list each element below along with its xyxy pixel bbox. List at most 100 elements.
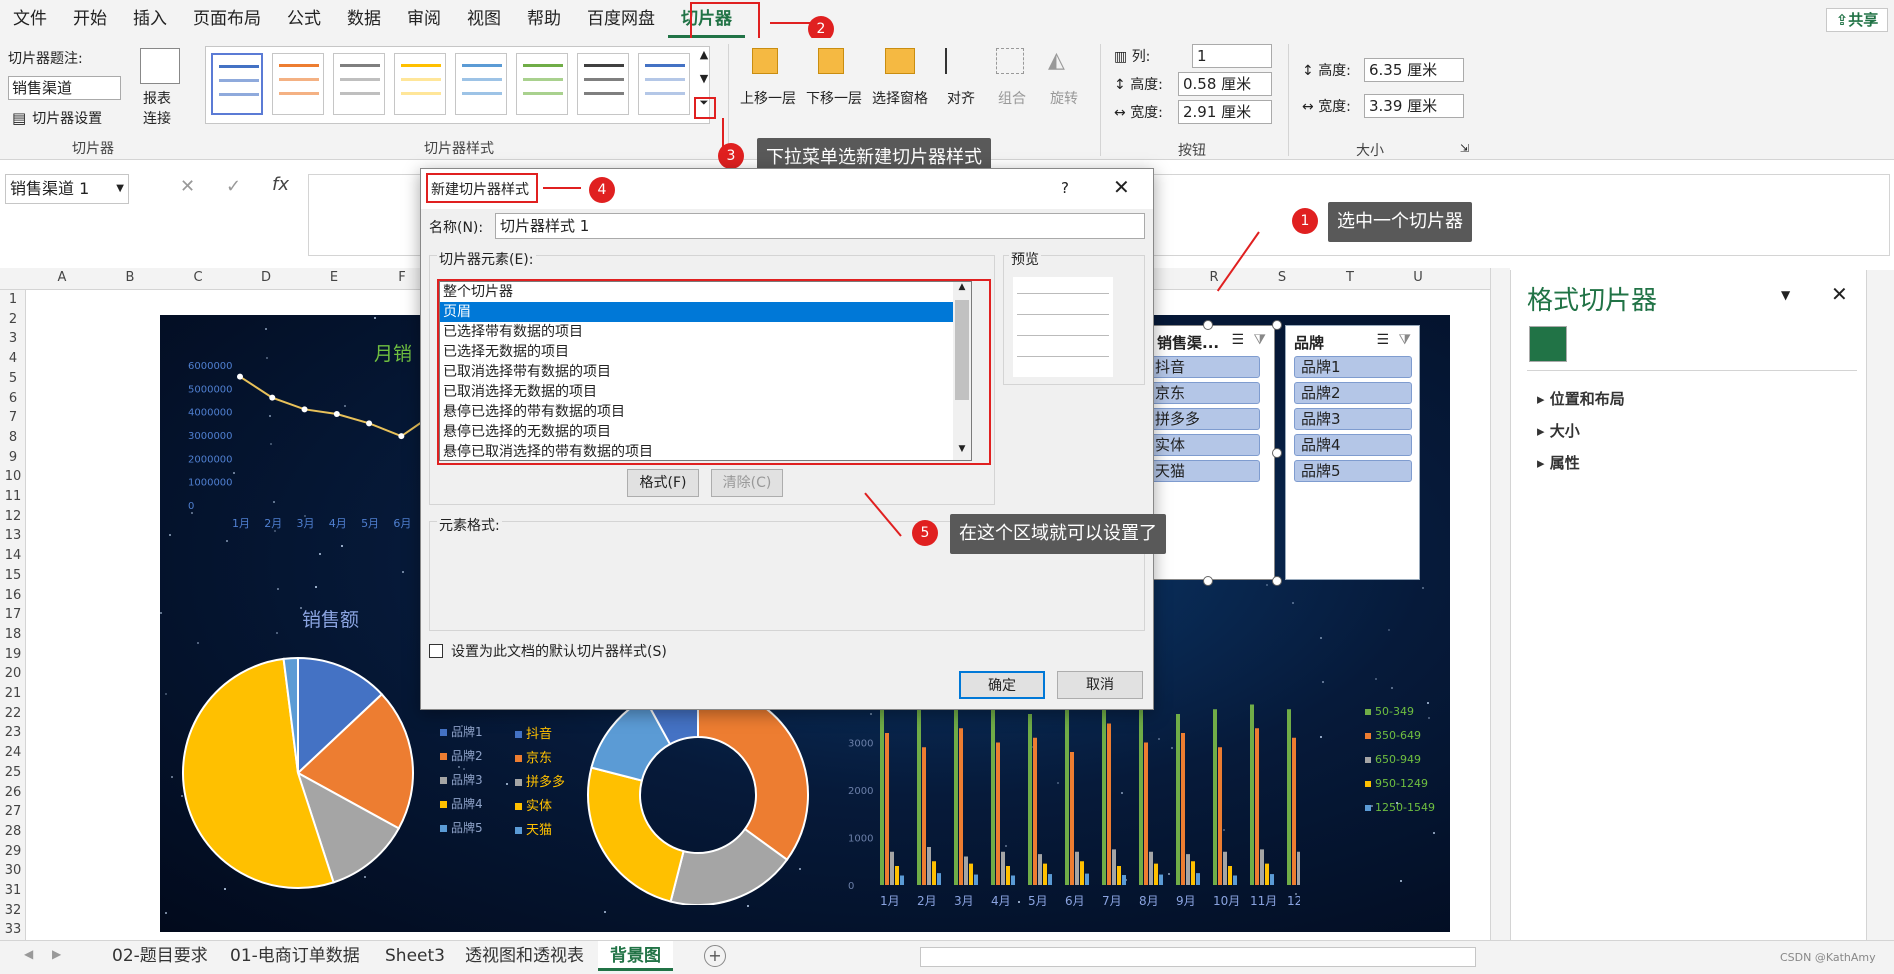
row-header[interactable]: 31 bbox=[0, 883, 26, 898]
sheet-tab[interactable]: Sheet3 bbox=[373, 941, 457, 971]
pane-section-size[interactable]: ▸ 大小 bbox=[1537, 420, 1580, 441]
size-dialog-launcher-icon[interactable]: ⇲ bbox=[1460, 142, 1469, 155]
button-height-input[interactable]: 0.58 厘米 bbox=[1178, 72, 1272, 96]
size-properties-icon[interactable] bbox=[1529, 326, 1567, 362]
row-header[interactable]: 11 bbox=[0, 489, 26, 504]
style-name-input[interactable]: 切片器样式 1 bbox=[495, 213, 1145, 239]
menu-data[interactable]: 数据 bbox=[334, 0, 394, 38]
style-swatch-4[interactable] bbox=[394, 53, 446, 115]
row-header[interactable]: 23 bbox=[0, 725, 26, 740]
menu-page-layout[interactable]: 页面布局 bbox=[180, 0, 274, 38]
brand-slicer-item[interactable]: 品牌1 bbox=[1294, 356, 1412, 378]
resize-handle[interactable] bbox=[1272, 320, 1282, 330]
channel-slicer-item[interactable]: 京东 bbox=[1148, 382, 1260, 404]
add-sheet-icon[interactable]: + bbox=[704, 945, 726, 967]
size-width-input[interactable]: 3.39 厘米 bbox=[1364, 94, 1464, 118]
row-header[interactable]: 22 bbox=[0, 706, 26, 721]
pane-options-icon[interactable]: ▼ bbox=[1781, 288, 1790, 302]
row-header[interactable]: 26 bbox=[0, 785, 26, 800]
menu-insert[interactable]: 插入 bbox=[120, 0, 180, 38]
row-header[interactable]: 5 bbox=[0, 371, 26, 386]
style-swatch-1[interactable] bbox=[211, 53, 263, 115]
close-icon[interactable]: ✕ bbox=[1113, 175, 1130, 199]
name-box-dropdown-icon[interactable]: ▼ bbox=[116, 175, 124, 203]
sheet-tab[interactable]: 01-电商订单数据 bbox=[218, 941, 372, 971]
row-header[interactable]: 17 bbox=[0, 607, 26, 622]
style-swatch-8[interactable] bbox=[638, 53, 690, 115]
row-header[interactable]: 18 bbox=[0, 627, 26, 642]
row-header[interactable]: 7 bbox=[0, 410, 26, 425]
resize-handle[interactable] bbox=[1203, 320, 1213, 330]
column-header[interactable]: S bbox=[1248, 270, 1316, 288]
resize-handle[interactable] bbox=[1272, 448, 1282, 458]
channel-slicer-item[interactable]: 天猫 bbox=[1148, 460, 1260, 482]
align-button[interactable]: 对齐 bbox=[947, 88, 975, 108]
brand-slicer[interactable]: 品牌 ☰ ⧩ 品牌1 品牌2 品牌3 品牌4 品牌5 bbox=[1285, 325, 1420, 580]
clear-filter-icon[interactable]: ⧩ bbox=[1254, 332, 1267, 348]
column-header[interactable]: U bbox=[1384, 270, 1452, 288]
channel-slicer-item[interactable]: 实体 bbox=[1148, 434, 1260, 456]
size-height-input[interactable]: 6.35 厘米 bbox=[1364, 58, 1464, 82]
report-conn-label-2[interactable]: 连接 bbox=[143, 108, 171, 128]
report-conn-label-1[interactable]: 报表 bbox=[143, 88, 171, 108]
insert-function-icon[interactable]: fx bbox=[272, 174, 289, 195]
row-header[interactable]: 15 bbox=[0, 568, 26, 583]
row-header[interactable]: 1 bbox=[0, 292, 26, 307]
row-header[interactable]: 16 bbox=[0, 588, 26, 603]
column-header[interactable]: T bbox=[1316, 270, 1384, 288]
cancel-button[interactable]: 取消 bbox=[1057, 671, 1143, 699]
style-swatch-3[interactable] bbox=[333, 53, 385, 115]
default-style-checkbox[interactable]: 设置为此文档的默认切片器样式(S) bbox=[429, 641, 667, 661]
format-button[interactable]: 格式(F) bbox=[627, 469, 699, 497]
column-header[interactable]: E bbox=[300, 270, 368, 288]
share-button[interactable]: ⇪共享 bbox=[1826, 8, 1888, 32]
sheet-tab-active[interactable]: 背景图 bbox=[598, 941, 673, 971]
pane-close-icon[interactable]: ✕ bbox=[1831, 282, 1848, 306]
menu-formulas[interactable]: 公式 bbox=[274, 0, 334, 38]
row-header[interactable]: 24 bbox=[0, 745, 26, 760]
vertical-scrollbar[interactable] bbox=[1490, 268, 1510, 940]
caption-input[interactable]: 销售渠道 bbox=[8, 76, 121, 100]
row-header[interactable]: 2 bbox=[0, 312, 26, 327]
slicer-settings-button[interactable]: ▤ 切片器设置 bbox=[12, 108, 102, 128]
row-header[interactable]: 6 bbox=[0, 391, 26, 406]
brand-slicer-item[interactable]: 品牌5 bbox=[1294, 460, 1412, 482]
tab-scroll-left-icon[interactable]: ◀ bbox=[24, 947, 33, 961]
menu-review[interactable]: 审阅 bbox=[394, 0, 454, 38]
clear-filter-icon[interactable]: ⧩ bbox=[1399, 332, 1412, 348]
channel-slicer[interactable]: 销售渠... ☰ ⧩ 抖音 京东 拼多多 实体 天猫 bbox=[1148, 325, 1275, 580]
brand-slicer-item[interactable]: 品牌2 bbox=[1294, 382, 1412, 404]
row-header[interactable]: 33 bbox=[0, 922, 26, 937]
name-box[interactable]: 销售渠道 1 ▼ bbox=[5, 174, 129, 204]
ok-button[interactable]: 确定 bbox=[959, 671, 1045, 699]
cancel-edit-icon[interactable]: ✕ bbox=[180, 176, 195, 197]
brand-slicer-item[interactable]: 品牌4 bbox=[1294, 434, 1412, 456]
row-header[interactable]: 19 bbox=[0, 647, 26, 662]
row-header[interactable]: 25 bbox=[0, 765, 26, 780]
row-header[interactable]: 8 bbox=[0, 430, 26, 445]
tab-scroll-right-icon[interactable]: ▶ bbox=[52, 947, 61, 961]
gallery-scroll-down-icon[interactable]: ▼ bbox=[695, 72, 713, 92]
multi-select-icon[interactable]: ☰ bbox=[1376, 332, 1389, 348]
horizontal-scrollbar[interactable] bbox=[920, 947, 1476, 967]
row-header[interactable]: 10 bbox=[0, 469, 26, 484]
row-header[interactable]: 21 bbox=[0, 686, 26, 701]
column-header[interactable]: R bbox=[1180, 270, 1248, 288]
checkbox-box[interactable] bbox=[429, 644, 443, 658]
row-header[interactable]: 30 bbox=[0, 863, 26, 878]
menu-view[interactable]: 视图 bbox=[454, 0, 514, 38]
row-header[interactable]: 4 bbox=[0, 351, 26, 366]
menu-file[interactable]: 文件 bbox=[0, 0, 60, 38]
column-header[interactable]: C bbox=[164, 270, 232, 288]
channel-slicer-item[interactable]: 抖音 bbox=[1148, 356, 1260, 378]
row-header[interactable]: 13 bbox=[0, 528, 26, 543]
columns-input[interactable]: 1 bbox=[1192, 44, 1272, 68]
row-header[interactable]: 28 bbox=[0, 824, 26, 839]
row-header[interactable]: 27 bbox=[0, 804, 26, 819]
resize-handle[interactable] bbox=[1272, 576, 1282, 586]
menu-home[interactable]: 开始 bbox=[60, 0, 120, 38]
bring-forward-button[interactable]: 上移一层 bbox=[740, 88, 796, 108]
style-swatch-2[interactable] bbox=[272, 53, 324, 115]
row-header[interactable]: 29 bbox=[0, 844, 26, 859]
column-header[interactable]: D bbox=[232, 270, 300, 288]
